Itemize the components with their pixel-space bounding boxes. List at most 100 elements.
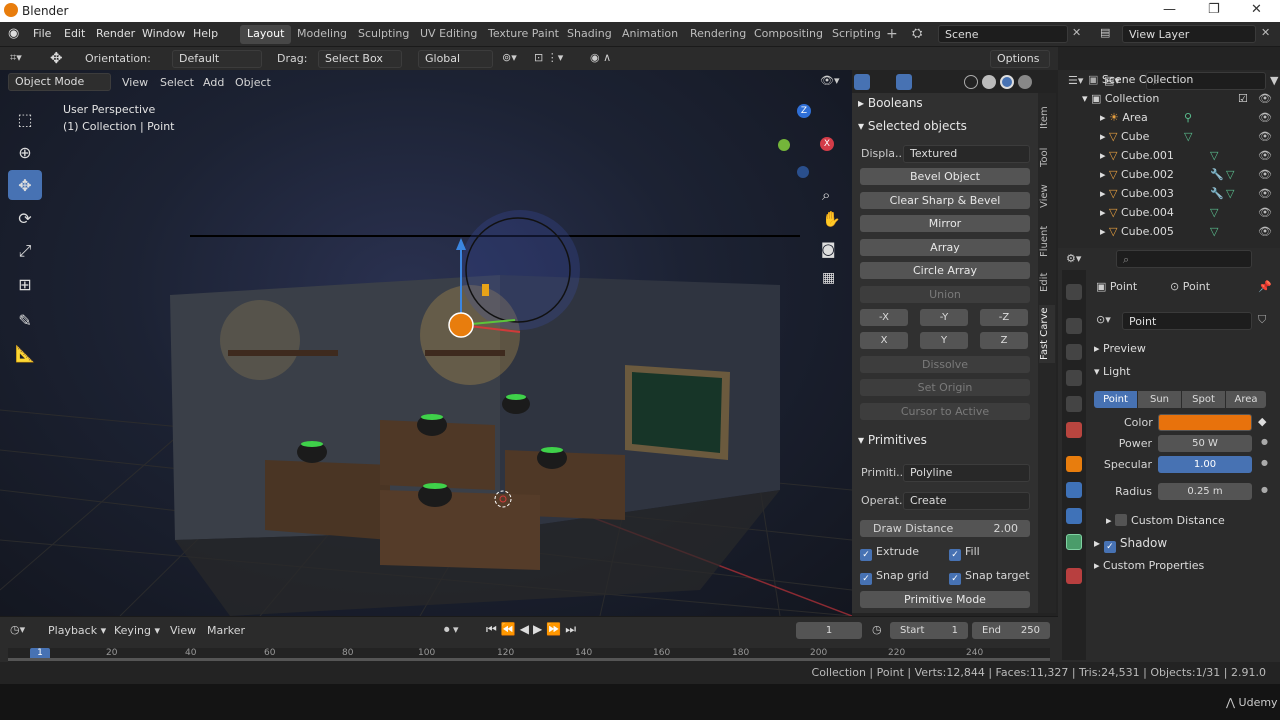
transform-orientation-dropdown[interactable]: Global <box>418 50 493 68</box>
scene-tab-icon[interactable] <box>1066 396 1082 412</box>
set-origin-button[interactable]: Set Origin <box>860 379 1030 396</box>
timeline-editor-icon[interactable]: ◷▾ <box>10 623 25 636</box>
next-keyframe-icon[interactable]: ⏩ <box>546 622 565 636</box>
mirror-button[interactable]: Mirror <box>860 215 1030 232</box>
menu-render[interactable]: Render <box>96 27 135 40</box>
scene-icon[interactable]: ⛭ <box>912 26 922 41</box>
pin-icon[interactable]: 📌 <box>1258 280 1272 293</box>
outliner-item-cube-002[interactable]: ▸ ▽ Cube.002 🔧 ▽ 👁 <box>1100 168 1278 186</box>
tab-scripting[interactable]: Scripting <box>825 25 888 44</box>
light-type-point[interactable]: Point <box>1094 390 1137 408</box>
primitive-mode-button[interactable]: Primitive Mode <box>860 591 1030 608</box>
menu-help[interactable]: Help <box>193 27 218 40</box>
transform-icon[interactable]: ⊞ <box>8 269 42 299</box>
tab-shading[interactable]: Shading <box>560 25 619 44</box>
annotate-icon[interactable]: ✎ <box>8 305 42 335</box>
axis-neg-y-button[interactable]: -Y <box>920 309 968 326</box>
blender-menu-icon[interactable]: ◉ <box>8 26 26 42</box>
outliner-item-cube-004[interactable]: ▸ ▽ Cube.004 ▽ 👁 <box>1100 206 1278 224</box>
view-layer-icon[interactable]: ▤ <box>1100 26 1110 39</box>
close-button[interactable]: ✕ <box>1251 2 1262 17</box>
power-field[interactable]: 50 W <box>1158 435 1252 452</box>
outliner-item-cube-003[interactable]: ▸ ▽ Cube.003 🔧 ▽ 👁 <box>1100 187 1278 205</box>
tab-tool[interactable]: Tool <box>1039 143 1055 171</box>
collection-eye-icon[interactable]: 👁 <box>1258 92 1272 105</box>
axis-y-button[interactable]: Y <box>920 332 968 349</box>
pan-hand-icon[interactable]: ✋ <box>822 210 841 228</box>
color-swatch[interactable] <box>1158 414 1252 431</box>
camera-icon[interactable]: ◙ <box>821 240 836 258</box>
light-type-spot[interactable]: Spot <box>1182 390 1225 408</box>
menu-edit[interactable]: Edit <box>64 27 85 40</box>
maximize-button[interactable]: ❐ <box>1208 2 1220 17</box>
object-tab-icon[interactable] <box>1066 456 1082 472</box>
booleans-header[interactable]: ▸ Booleans <box>858 96 923 110</box>
light-type-area[interactable]: Area <box>1226 390 1266 408</box>
custom-properties-header[interactable]: ▸ Custom Properties <box>1094 559 1204 572</box>
snap-icon[interactable]: ⊡ ⋮▾ <box>534 51 563 64</box>
tab-compositing[interactable]: Compositing <box>747 25 830 44</box>
editor-type-icon[interactable]: ⌗▾ <box>10 51 22 65</box>
menu-window[interactable]: Window <box>142 27 185 40</box>
tab-item[interactable]: Item <box>1039 103 1055 133</box>
tab-edit[interactable]: Edit <box>1039 269 1055 295</box>
visibility-eye-icon[interactable]: 👁 <box>1258 206 1272 219</box>
union-button[interactable]: Union <box>860 286 1030 303</box>
primitive-dropdown[interactable]: Polyline <box>903 464 1030 482</box>
visibility-eye-icon[interactable]: 👁 <box>1258 168 1272 181</box>
fill-checkbox[interactable]: ✓ Fill <box>949 545 980 561</box>
rendered-shading-icon[interactable] <box>1018 75 1032 89</box>
operation-dropdown[interactable]: Create <box>903 492 1030 510</box>
menu-select[interactable]: Select <box>160 76 194 89</box>
outliner-item-cube-005[interactable]: ▸ ▽ Cube.005 ▽ 👁 <box>1100 225 1278 243</box>
gizmo-toggle-icon[interactable] <box>854 74 870 90</box>
visibility-eye-icon[interactable]: 👁 <box>1258 111 1272 124</box>
menu-file[interactable]: File <box>33 27 51 40</box>
physics-tab-icon[interactable] <box>1066 482 1082 498</box>
prev-keyframe-icon[interactable]: ⏪ <box>501 622 520 636</box>
visibility-eye-icon[interactable]: 👁 <box>1258 130 1272 143</box>
tab-sculpting[interactable]: Sculpting <box>351 25 416 44</box>
light-type-sun[interactable]: Sun <box>1138 390 1181 408</box>
tab-uv-editing[interactable]: UV Editing <box>413 25 484 44</box>
menu-object[interactable]: Object <box>235 76 271 89</box>
outliner-item-cube[interactable]: ▸ ▽ Cube ▽ 👁 <box>1100 130 1278 148</box>
end-frame-field[interactable]: End 250 <box>972 622 1050 639</box>
tab-fast-carve[interactable]: Fast Carve <box>1039 305 1055 363</box>
gizmo-x-axis[interactable]: X <box>820 137 834 151</box>
light-browse-icon[interactable]: ⊙▾ <box>1096 313 1111 326</box>
marker-menu[interactable]: Marker <box>207 624 245 637</box>
preview-panel-header[interactable]: ▸ Preview <box>1094 342 1146 355</box>
overlay-toggle-icon[interactable] <box>896 74 912 90</box>
world-tab-icon[interactable] <box>1066 422 1082 438</box>
constraints-tab-icon[interactable] <box>1066 508 1082 524</box>
render-tab-icon[interactable] <box>1066 318 1082 334</box>
view-layer-field[interactable]: View Layer <box>1122 25 1256 43</box>
clock-icon[interactable]: ◷ <box>872 623 882 636</box>
options-dropdown[interactable]: Options <box>990 50 1050 68</box>
axis-z-button[interactable]: Z <box>980 332 1028 349</box>
orientation-dropdown[interactable]: Default <box>172 50 262 68</box>
collection-check-icon[interactable]: ☑ <box>1238 92 1248 105</box>
wireframe-shading-icon[interactable] <box>964 75 978 89</box>
axis-neg-z-button[interactable]: -Z <box>980 309 1028 326</box>
gizmo-z-axis[interactable]: Z <box>797 104 811 118</box>
play-reverse-icon[interactable]: ◀ <box>520 622 533 636</box>
drag-dropdown[interactable]: Select Box <box>318 50 402 68</box>
keyframe-icon[interactable]: ◆ <box>1258 415 1266 428</box>
pivot-icon[interactable]: ⊚▾ <box>502 51 517 64</box>
custom-distance-checkbox[interactable] <box>1115 514 1128 526</box>
delete-scene-icon[interactable]: ✕ <box>1072 26 1081 39</box>
shadow-panel-header[interactable]: ▸ ✓ Shadow <box>1094 536 1167 553</box>
timeline-view-menu[interactable]: View <box>170 624 196 637</box>
axis-neg-x-button[interactable]: -X <box>860 309 908 326</box>
properties-search-input[interactable]: ⌕ <box>1116 250 1252 268</box>
select-box-icon[interactable]: ⬚ <box>8 104 42 134</box>
keying-menu[interactable]: Keying ▾ <box>114 624 160 637</box>
specular-dot-icon[interactable]: ● <box>1261 458 1268 467</box>
clear-sharp-bevel-button[interactable]: Clear Sharp & Bevel <box>860 192 1030 209</box>
tool-tab-icon[interactable] <box>1066 284 1082 300</box>
bevel-object-button[interactable]: Bevel Object <box>860 168 1030 185</box>
visibility-eye-icon[interactable]: 👁 <box>1258 225 1272 238</box>
jump-end-icon[interactable]: ⏭ <box>565 622 580 636</box>
